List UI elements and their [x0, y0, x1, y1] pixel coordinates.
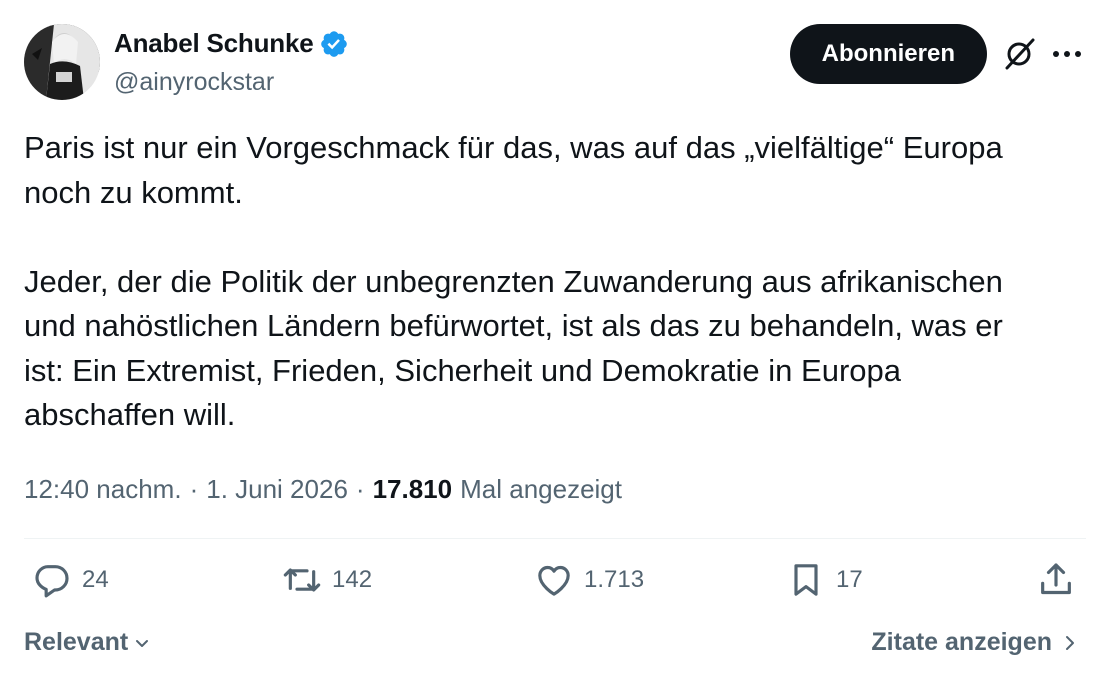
sort-dropdown[interactable]: Relevant — [24, 628, 152, 657]
bookmark-button[interactable]: 17 — [786, 560, 863, 600]
like-count: 1.713 — [584, 566, 645, 593]
user-handle[interactable]: @ainyrockstar — [114, 68, 274, 97]
views-label[interactable]: Mal angezeigt — [460, 474, 622, 505]
avatar-photo — [24, 24, 100, 100]
tweet-header: Anabel Schunke @ainyrockstar Abonnieren — [24, 24, 1084, 104]
view-quotes-link[interactable]: Zitate anzeigen — [871, 628, 1080, 657]
reply-icon — [35, 565, 69, 598]
tweet-meta: 12:40 nachm. · 1. Juni 2026 · 17.810 Mal… — [24, 474, 622, 505]
follow-button[interactable]: Abonnieren — [789, 24, 987, 84]
avatar[interactable] — [24, 24, 100, 100]
display-name[interactable]: Anabel Schunke — [114, 28, 314, 59]
heart-icon — [538, 565, 570, 596]
action-bar: 24 142 1.713 17 — [24, 560, 1080, 612]
grok-icon[interactable] — [1001, 36, 1037, 72]
chevron-down-icon — [136, 639, 149, 647]
reply-count: 24 — [82, 566, 109, 593]
quotes-label: Zitate anzeigen — [871, 628, 1052, 656]
chevron-right-icon — [1066, 635, 1074, 650]
repost-icon — [283, 568, 321, 592]
verified-badge-icon[interactable] — [319, 29, 349, 59]
bookmark-count: 17 — [836, 566, 863, 593]
meta-separator: · — [189, 474, 199, 504]
meta-separator: · — [355, 474, 365, 504]
repost-button[interactable]: 142 — [282, 560, 372, 600]
bookmark-icon — [794, 564, 818, 596]
tweet-footer: Relevant Zitate anzeigen — [24, 626, 1080, 666]
views-count[interactable]: 17.810 — [373, 474, 453, 505]
share-icon — [1041, 563, 1071, 595]
share-button[interactable] — [1036, 560, 1076, 600]
repost-count: 142 — [332, 566, 373, 593]
divider — [24, 538, 1086, 539]
tweet-time[interactable]: 12:40 nachm. — [24, 474, 182, 505]
tweet-text: Paris ist nur ein Vorgeschmack für das, … — [24, 130, 1003, 432]
tweet-date[interactable]: 1. Juni 2026 — [206, 474, 348, 505]
like-button[interactable]: 1.713 — [534, 560, 644, 600]
more-icon[interactable] — [1050, 36, 1084, 72]
sort-label: Relevant — [24, 628, 129, 656]
reply-button[interactable]: 24 — [32, 560, 109, 600]
